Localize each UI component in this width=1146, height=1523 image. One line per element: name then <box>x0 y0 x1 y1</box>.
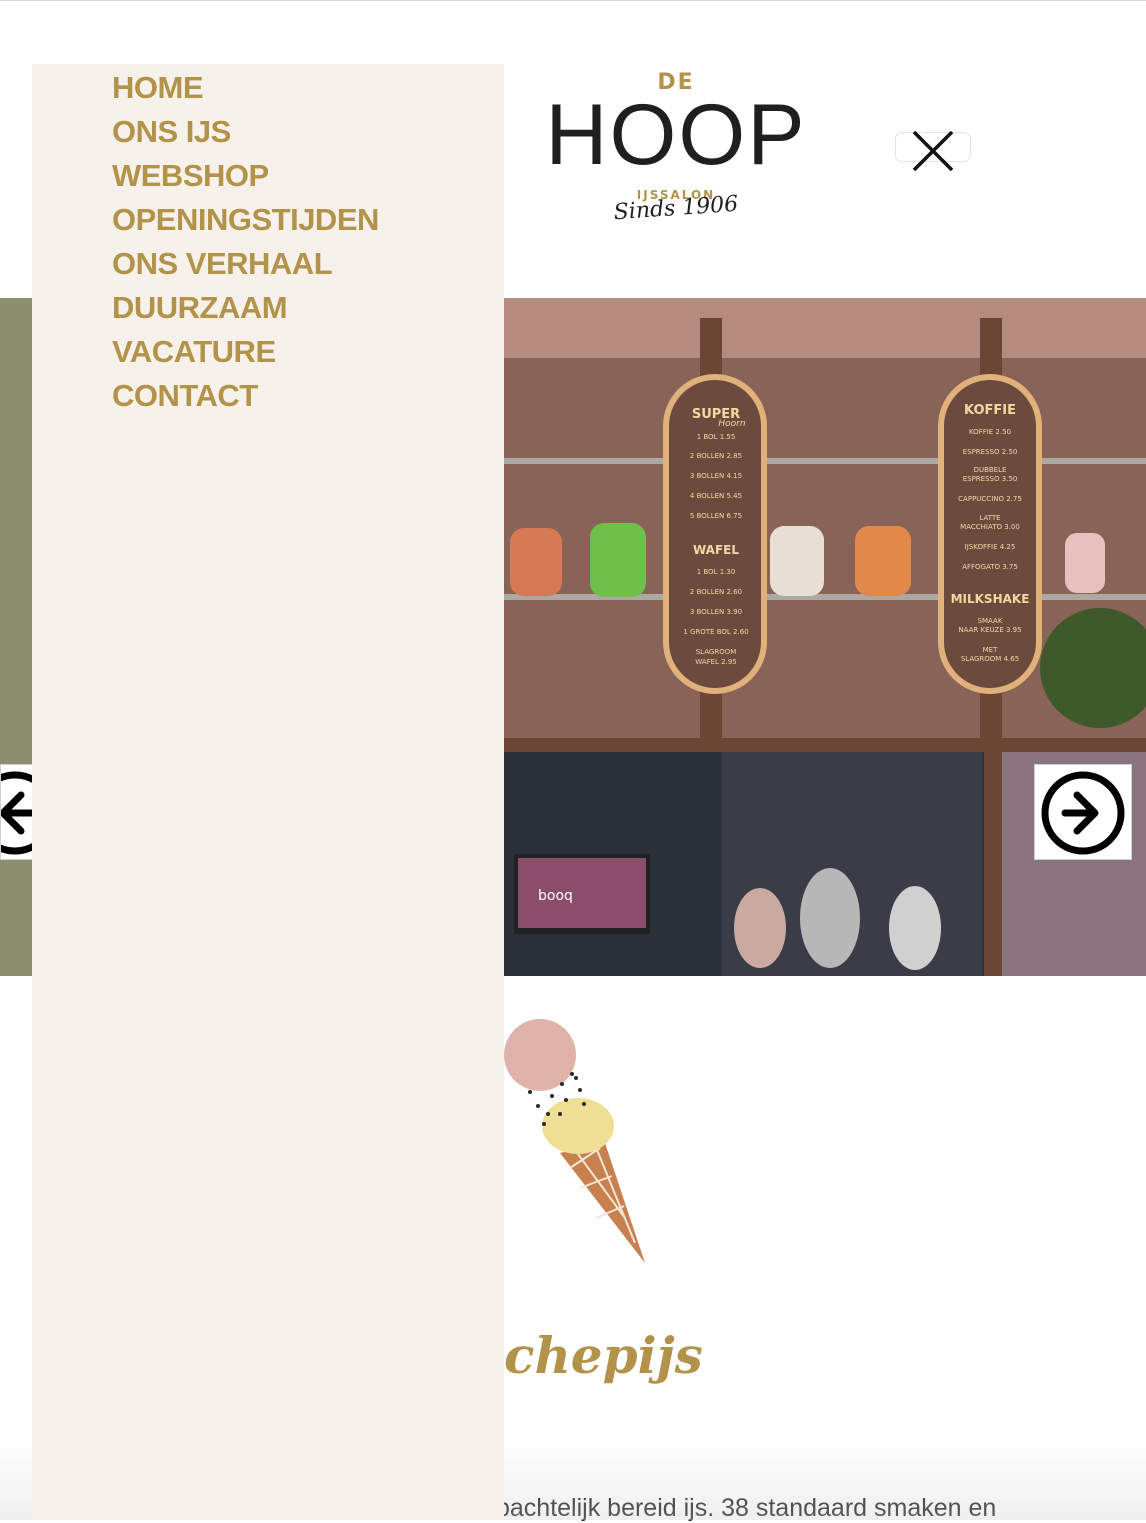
board-right-title: KOFFIE <box>964 403 1016 418</box>
board-right-line: AFFOGATO 3.75 <box>962 563 1018 571</box>
nav-link-duurzaam[interactable]: DUURZAAM <box>112 290 288 325</box>
nav-link-vacature[interactable]: VACATURE <box>112 334 276 369</box>
arrow-left-circle-icon <box>1 771 33 855</box>
board-right-section-line: MET <box>983 646 998 654</box>
nav-item-contact: CONTACT <box>112 376 379 420</box>
board-right-line: ESPRESSO 2.50 <box>963 448 1018 456</box>
section-body-text: pachtelijk bereid ijs. 38 standaard smak… <box>504 1494 997 1522</box>
nav-link-contact[interactable]: CONTACT <box>112 378 258 413</box>
board-right-line: DUBBELE <box>974 466 1007 474</box>
board-left-line: 5 BOLLEN 6.75 <box>690 512 742 520</box>
board-left-line: 3 BOLLEN 4.15 <box>690 472 742 480</box>
nav-item-ons-ijs: ONS IJS <box>112 112 379 156</box>
board-right-section: MILKSHAKE <box>951 592 1030 606</box>
nav-list: HOME ONS IJS WEBSHOP OPENINGSTIJDEN ONS … <box>112 68 379 420</box>
next-slide-button[interactable] <box>1034 764 1132 860</box>
nav-link-ons-verhaal[interactable]: ONS VERHAAL <box>112 246 333 281</box>
arrow-right-circle-icon <box>1041 771 1125 855</box>
board-left-section: WAFEL <box>693 543 739 557</box>
nav-item-openingstijden: OPENINGSTIJDEN <box>112 200 379 244</box>
board-left-line: 1 BOL 1.55 <box>697 433 736 441</box>
nav-item-home: HOME <box>112 68 379 112</box>
board-left-section-line: 2 BOLLEN 2.60 <box>690 588 742 596</box>
board-right-section-line: SLAGROOM 4.65 <box>961 655 1019 663</box>
board-right-line: LATTE <box>979 514 1000 522</box>
board-left-section-line: 1 GROTE BOL 2.60 <box>683 628 748 636</box>
nav-item-duurzaam: DUURZAAM <box>112 288 379 332</box>
nav-link-ons-ijs[interactable]: ONS IJS <box>112 114 231 149</box>
pos-screen-text: booq <box>538 888 573 904</box>
navigation-panel: HOME ONS IJS WEBSHOP OPENINGSTIJDEN ONS … <box>32 64 504 1520</box>
board-right-line: MACCHIATO 3.00 <box>960 523 1020 531</box>
ice-cream-cone-icon <box>504 1019 645 1263</box>
nav-item-vacature: VACATURE <box>112 332 379 376</box>
board-right-line: ESPRESSO 3.50 <box>963 475 1018 483</box>
board-left-line: 4 BOLLEN 5.45 <box>690 492 742 500</box>
board-right-section-line: SMAAK <box>978 617 1003 625</box>
board-right-line: CAPPUCCINO 2.75 <box>958 495 1022 503</box>
board-right-line: KOFFIE 2.50 <box>969 428 1011 436</box>
top-divider <box>0 0 1146 1</box>
nav-link-openingstijden[interactable]: OPENINGSTIJDEN <box>112 202 379 237</box>
close-menu-button[interactable] <box>895 130 971 172</box>
nav-link-webshop[interactable]: WEBSHOP <box>112 158 269 193</box>
board-left-line: 2 BOLLEN 2.85 <box>690 452 742 460</box>
nav-item-webshop: WEBSHOP <box>112 156 379 200</box>
logo-name: HOOP <box>545 87 807 183</box>
board-left-section-line: SLAGROOM <box>696 648 737 656</box>
board-left-section-line: 3 BOLLEN 3.90 <box>690 608 742 616</box>
board-right-section-line: NAAR KEUZE 3.95 <box>958 626 1021 634</box>
close-icon <box>912 130 954 172</box>
prev-slide-button[interactable] <box>0 764 34 860</box>
nav-link-home[interactable]: HOME <box>112 70 204 105</box>
logo[interactable]: DE HOOP IJSSALON Sinds 1906 <box>540 68 812 234</box>
board-left-section-line: 1 BOL 1.30 <box>697 568 736 576</box>
board-left-section-line: WAFEL 2.95 <box>695 658 737 666</box>
section-heading: chepijs <box>504 1326 703 1385</box>
board-left-title-script: Hoorn <box>718 419 745 429</box>
board-right-line: IJSKOFFIE 4.25 <box>965 543 1016 551</box>
nav-item-ons-verhaal: ONS VERHAAL <box>112 244 379 288</box>
